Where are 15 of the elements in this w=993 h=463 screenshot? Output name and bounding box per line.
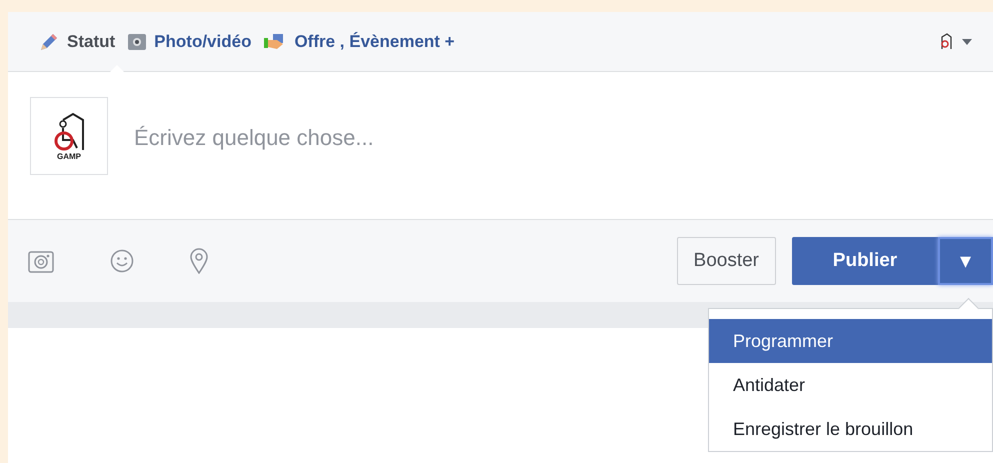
composer-tab[interactable]: Photo/vidéo [125, 12, 254, 71]
publish-options-button[interactable]: ▾ [938, 237, 993, 285]
page-avatar-icon[interactable] [939, 32, 953, 50]
smiley-icon[interactable] [110, 249, 134, 273]
boost-button[interactable]: Booster [676, 237, 776, 285]
camera-icon [127, 32, 148, 52]
caret-icon[interactable] [961, 38, 973, 46]
camera-icon[interactable] [28, 249, 54, 273]
publish-button[interactable]: Publier [792, 237, 938, 285]
menu-item[interactable]: Programmer [709, 319, 992, 363]
composer-tab[interactable]: Offre , Évènement + [261, 12, 457, 71]
page-logo: GAMP [30, 97, 108, 175]
location-pin-icon[interactable] [190, 248, 208, 274]
menu-item[interactable]: Antidater [709, 363, 992, 407]
menu-item[interactable]: Enregistrer le brouillon [709, 407, 992, 451]
